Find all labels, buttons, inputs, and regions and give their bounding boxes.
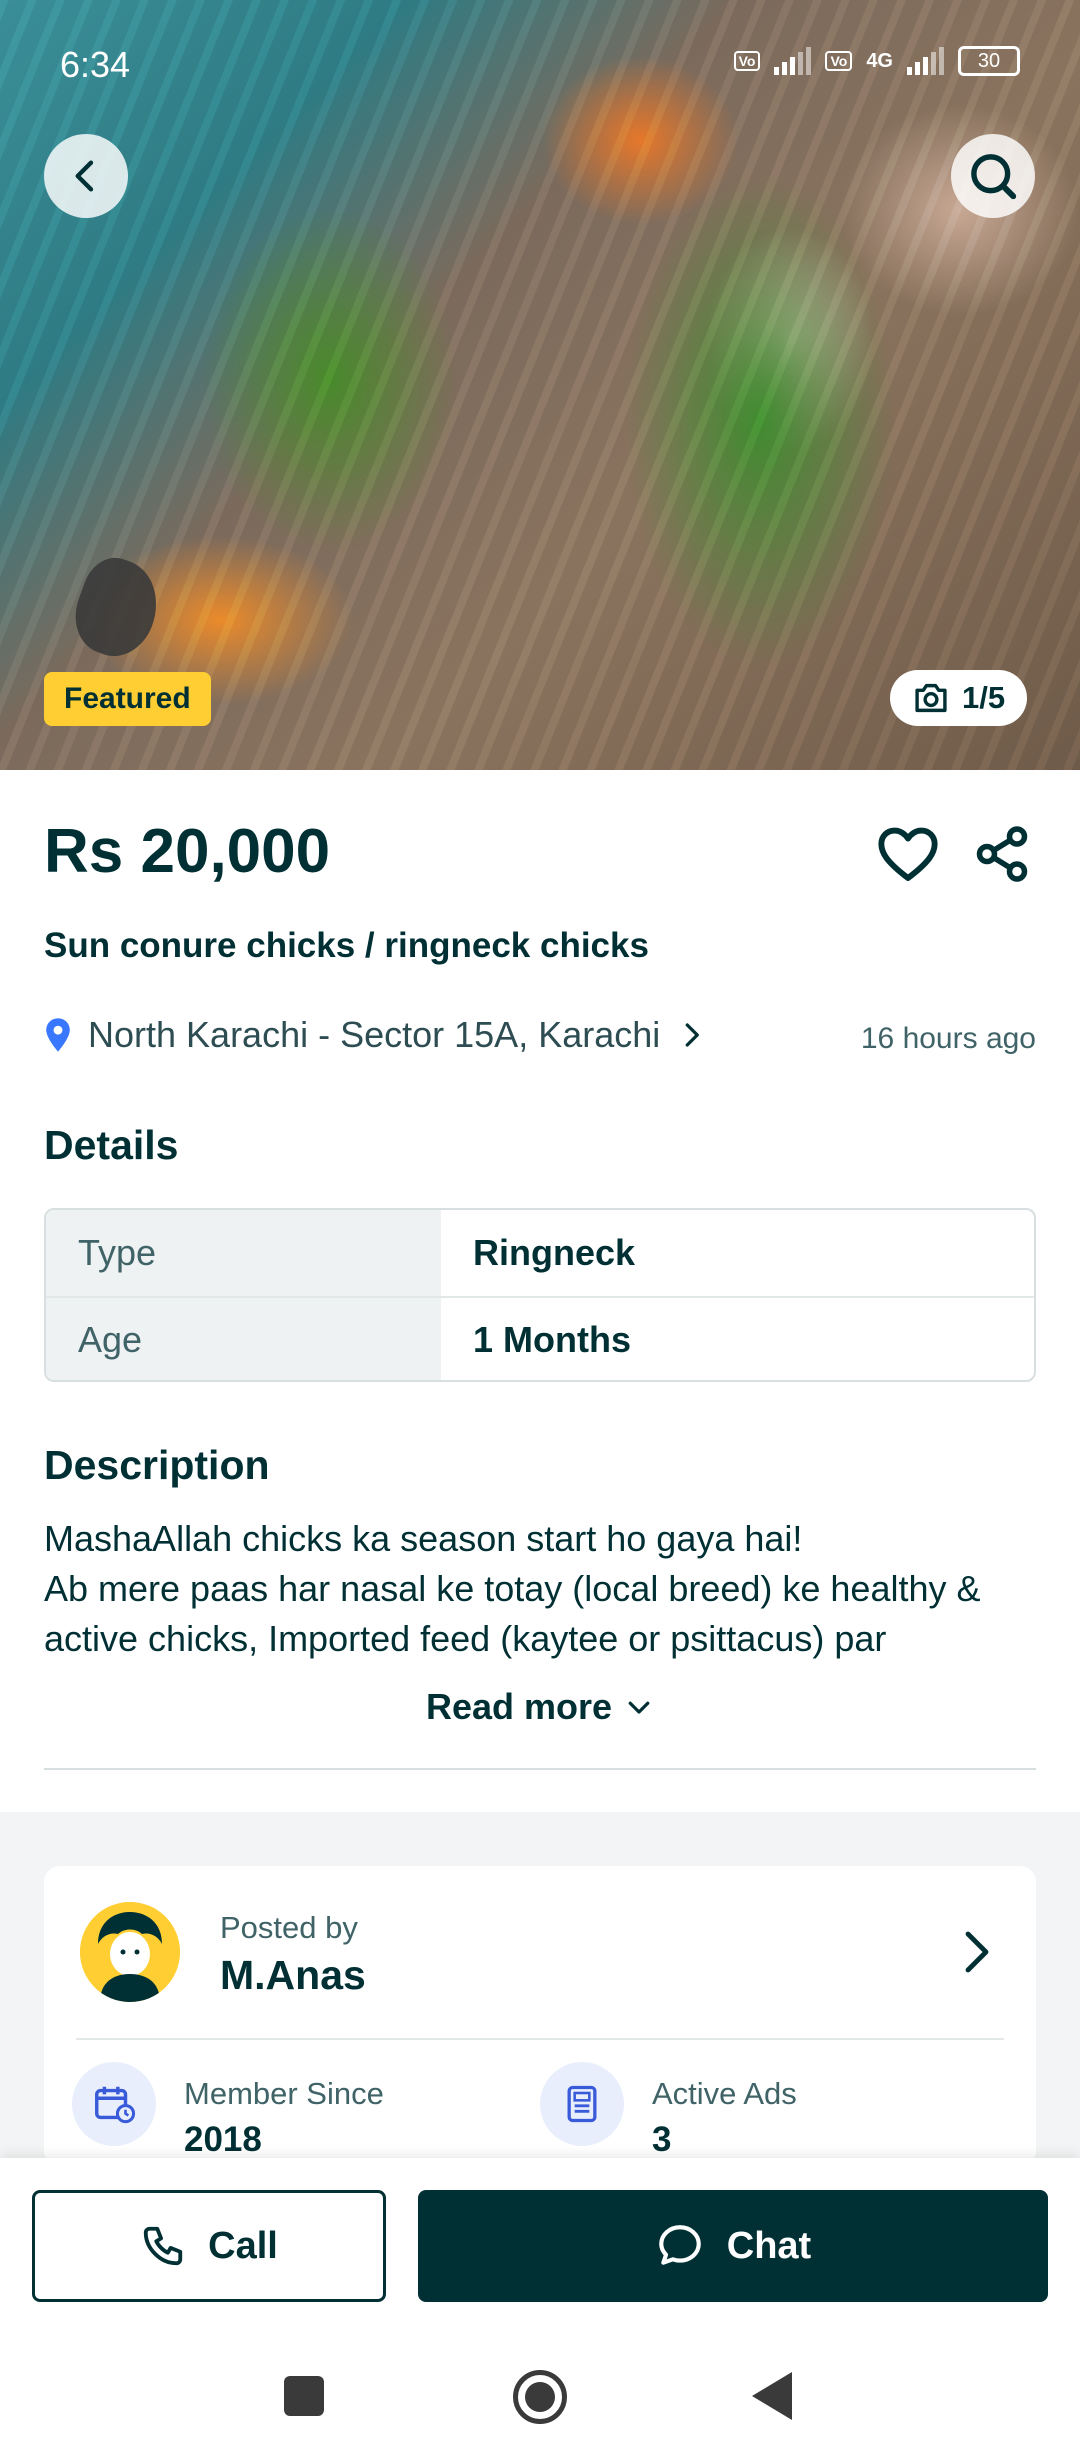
- chat-bubble-icon: [658, 2225, 701, 2265]
- signal-icon: [774, 47, 812, 75]
- details-value: Ringneck: [473, 1232, 636, 1273]
- location-link[interactable]: North Karachi - Sector 15A, Karachi: [44, 1014, 706, 1056]
- chat-label: Chat: [726, 2224, 812, 2267]
- price: Rs 20,000: [44, 817, 331, 886]
- description-line: MashaAllah chicks ka season start ho gay…: [44, 1518, 803, 1559]
- description-heading: Description: [44, 1442, 270, 1488]
- chevron-left-icon: [75, 160, 94, 192]
- location-text: North Karachi - Sector 15A, Karachi: [88, 1014, 661, 1055]
- heart-icon: [878, 827, 938, 881]
- search-icon: [971, 154, 1017, 200]
- system-nav-bar: [0, 2308, 1080, 2460]
- details-key: Type: [46, 1210, 441, 1296]
- favorite-button[interactable]: [876, 824, 940, 884]
- chat-button[interactable]: Chat: [418, 2190, 1048, 2302]
- home-icon: [525, 2382, 555, 2412]
- member-since-label: Member Since: [184, 2076, 384, 2111]
- chevron-right-icon: [965, 1931, 989, 1973]
- photo-counter-text: 1/5: [962, 680, 1006, 715]
- featured-badge: Featured: [44, 672, 211, 726]
- details-row: Age 1 Months: [46, 1296, 1034, 1380]
- details-key: Age: [46, 1298, 441, 1380]
- listing-title: Sun conure chicks / ringneck chicks: [44, 926, 649, 965]
- search-button[interactable]: [951, 134, 1035, 218]
- user-avatar-icon: [80, 1902, 180, 2002]
- description-text: MashaAllah chicks ka season start ho gay…: [44, 1514, 1044, 1664]
- member-since-value: 2018: [184, 2120, 262, 2159]
- active-ads-label: Active Ads: [652, 2076, 797, 2111]
- calendar-icon: [72, 2062, 156, 2146]
- active-ads-value: 3: [652, 2120, 672, 2159]
- ads-icon: [540, 2062, 624, 2146]
- share-icon: [976, 826, 1028, 882]
- share-button[interactable]: [972, 824, 1036, 884]
- signal-icon-2: [907, 47, 944, 75]
- system-icons: Vo Vo 4G 30: [733, 46, 1020, 76]
- call-button[interactable]: Call: [32, 2190, 386, 2302]
- battery-icon: 30: [958, 46, 1020, 76]
- posted-time: 16 hours ago: [860, 1022, 1036, 1055]
- system-back-button[interactable]: [752, 2372, 792, 2420]
- location-pin-icon: [46, 1018, 70, 1052]
- phone-icon: [143, 2226, 183, 2266]
- volte-icon-2: Vo: [825, 51, 853, 71]
- status-time: 6:34: [60, 44, 131, 85]
- seller-name: M.Anas: [220, 1952, 366, 1998]
- details-row: Type Ringneck: [46, 1210, 1034, 1296]
- call-label: Call: [208, 2224, 278, 2267]
- status-bar: 6:34 Vo Vo 4G 30: [0, 0, 1080, 130]
- back-button[interactable]: [44, 134, 128, 218]
- posted-by-label: Posted by: [220, 1910, 358, 1945]
- battery-level: 30: [977, 49, 1001, 72]
- details-table: Type Ringneck Age 1 Months: [44, 1208, 1036, 1382]
- description-line: active chicks, Imported feed (kaytee or …: [44, 1618, 887, 1659]
- seller-divider: [76, 2038, 1004, 2040]
- recent-apps-button[interactable]: [284, 2376, 324, 2416]
- details-value: 1 Months: [473, 1319, 631, 1360]
- action-bar: Call Chat: [0, 2158, 1080, 2308]
- camera-icon: [915, 683, 947, 713]
- chevron-down-icon: [628, 1701, 650, 1714]
- volte-icon: Vo: [733, 51, 761, 71]
- network-type: 4G: [866, 49, 893, 72]
- details-heading: Details: [44, 1122, 179, 1168]
- section-divider: [44, 1768, 1036, 1770]
- description-line: Ab mere paas har nasal ke totay (local b…: [44, 1568, 981, 1609]
- home-button[interactable]: [513, 2370, 567, 2424]
- avatar: [80, 1902, 180, 2002]
- read-more-label: Read more: [425, 1686, 613, 1727]
- read-more-button[interactable]: Read more: [0, 1686, 1080, 1728]
- seller-card[interactable]: Posted by M.Anas Member Since 2018 Activ…: [44, 1866, 1036, 2166]
- chevron-right-icon: [685, 1023, 700, 1047]
- photo-counter[interactable]: 1/5: [890, 670, 1028, 726]
